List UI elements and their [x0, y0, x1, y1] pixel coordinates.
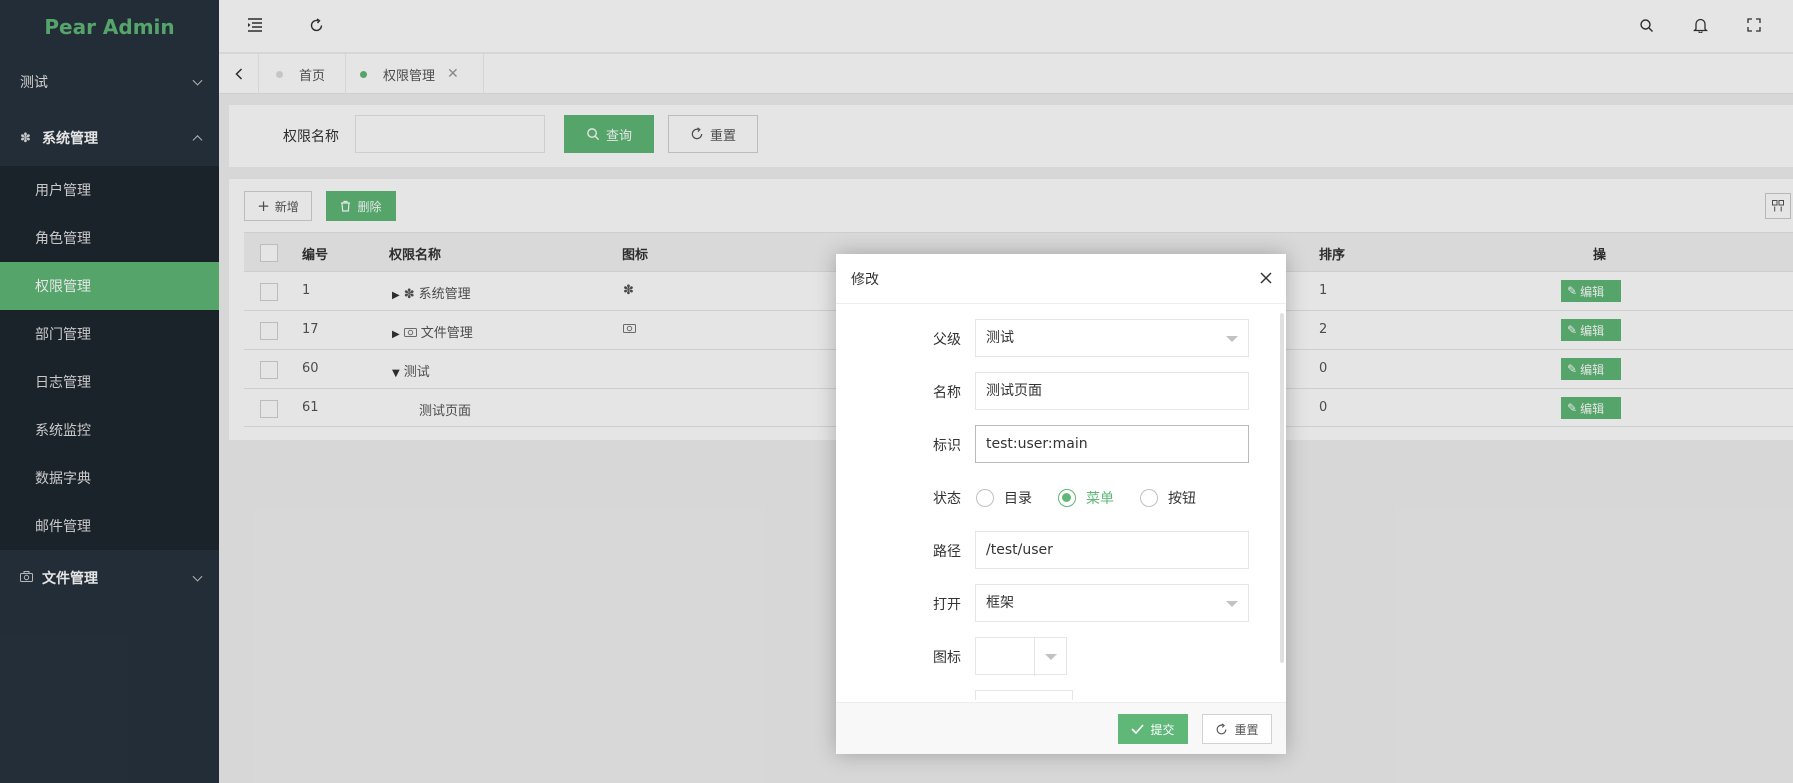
name-input[interactable]: 测试页面 [975, 372, 1249, 410]
modal-reset-button-label: 重置 [1234, 722, 1259, 737]
icon-field: 图标 [836, 637, 1286, 676]
path-input[interactable]: /test/user [975, 531, 1249, 569]
field-label: 父级 [933, 332, 961, 348]
field-label: 标识 [933, 438, 961, 454]
icon-picker[interactable] [975, 637, 1067, 676]
field-label: 打开 [933, 597, 961, 613]
code-input[interactable]: test:user:main [975, 425, 1249, 463]
modal-body: 父级 测试 名称 测试页面 标识 test:user:main 状态 目录 菜单 [836, 305, 1286, 700]
name-field: 名称 测试页面 [836, 372, 1286, 410]
modal-reset-button[interactable]: 重置 [1202, 714, 1272, 744]
close-icon[interactable] [1260, 268, 1272, 289]
field-label: 图标 [933, 650, 961, 666]
modal-title: 修改 [851, 271, 879, 288]
radio-circle [976, 489, 994, 507]
open-field: 打开 框架 [836, 584, 1286, 622]
field-label: 路径 [933, 544, 961, 560]
sort-field-partial [836, 690, 1286, 700]
dropdown-caret-icon [1226, 601, 1238, 607]
modal-footer: 提交 重置 [836, 702, 1286, 754]
code-field: 标识 test:user:main [836, 425, 1286, 463]
field-label: 名称 [933, 385, 961, 401]
status-radio-button[interactable]: 按钮 [1140, 488, 1196, 508]
open-select[interactable]: 框架 [975, 584, 1249, 622]
path-field: 路径 /test/user [836, 531, 1286, 569]
parent-field: 父级 测试 [836, 319, 1286, 357]
radio-circle [1058, 489, 1076, 507]
radio-label: 菜单 [1086, 491, 1114, 507]
radio-circle [1140, 489, 1158, 507]
sort-number-input[interactable] [975, 690, 1073, 700]
radio-label: 按钮 [1168, 491, 1196, 507]
submit-button[interactable]: 提交 [1118, 714, 1188, 744]
radio-label: 目录 [1004, 491, 1032, 507]
status-field: 状态 目录 菜单 按钮 [836, 478, 1286, 516]
edit-modal: 修改 父级 测试 名称 测试页面 标识 test:user:main 状态 目录 [836, 254, 1286, 754]
status-radio-directory[interactable]: 目录 [976, 488, 1032, 508]
status-radio-menu[interactable]: 菜单 [1058, 488, 1114, 508]
parent-select[interactable]: 测试 [975, 319, 1249, 357]
dropdown-caret-icon [1226, 336, 1238, 342]
open-select-value: 框架 [986, 595, 1014, 611]
modal-header: 修改 [836, 254, 1286, 304]
field-label: 状态 [933, 491, 961, 507]
icon-picker-divider [1034, 638, 1035, 676]
submit-button-label: 提交 [1150, 722, 1175, 737]
dropdown-caret-icon [1045, 654, 1057, 660]
parent-select-value: 测试 [986, 330, 1014, 346]
